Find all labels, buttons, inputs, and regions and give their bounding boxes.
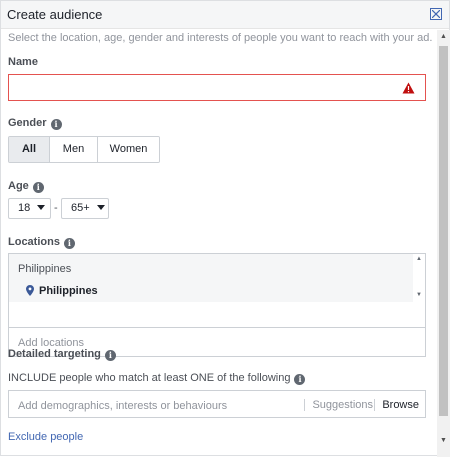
- info-icon[interactable]: i: [104, 350, 116, 361]
- include-label: INCLUDE people who match at least ONE of…: [8, 372, 306, 385]
- dialog-subtitle: Select the location, age, gender and int…: [8, 32, 433, 44]
- info-icon[interactable]: i: [32, 182, 44, 193]
- location-pin-icon: [26, 285, 34, 296]
- location-group-heading: Philippines: [18, 263, 72, 275]
- gender-men-button[interactable]: Men: [50, 137, 98, 162]
- info-icon[interactable]: i: [50, 119, 62, 130]
- suggestions-button[interactable]: Suggestions: [304, 399, 373, 411]
- dialog-scrollbar[interactable]: ▲ ▼: [437, 30, 450, 457]
- age-label-text: Age: [8, 180, 29, 192]
- location-group: Philippines Philippines: [9, 254, 414, 302]
- scroll-down-icon[interactable]: ▼: [416, 292, 422, 298]
- close-icon: [432, 10, 440, 18]
- dialog-content: Select the location, age, gender and int…: [1, 30, 437, 457]
- locations-label: Locations i: [8, 236, 75, 249]
- include-label-text: INCLUDE people who match at least ONE of…: [8, 372, 291, 384]
- dialog-header: Create audience: [1, 1, 449, 29]
- location-item[interactable]: Philippines: [26, 285, 98, 297]
- scroll-down-icon[interactable]: ▼: [440, 437, 447, 444]
- detailed-targeting-placeholder: Add demographics, interests or behaviour…: [18, 400, 228, 412]
- locations-label-text: Locations: [8, 236, 60, 248]
- gender-label-text: Gender: [8, 117, 47, 129]
- detailed-targeting-label: Detailed targeting i: [8, 348, 116, 361]
- age-min-value: 18: [18, 202, 31, 214]
- close-button[interactable]: [430, 8, 442, 20]
- locations-scrollbar[interactable]: ▲ ▼: [413, 254, 425, 302]
- age-min-select[interactable]: 18: [8, 198, 51, 219]
- scroll-up-icon[interactable]: ▲: [440, 33, 447, 40]
- scroll-thumb[interactable]: [439, 46, 448, 416]
- exclude-people-link[interactable]: Exclude people: [8, 431, 83, 443]
- gender-all-button[interactable]: All: [9, 137, 50, 162]
- gender-label: Gender i: [8, 117, 62, 130]
- dialog-title: Create audience: [7, 7, 103, 22]
- browse-button[interactable]: Browse: [374, 399, 419, 411]
- age-max-select[interactable]: 65+: [61, 198, 109, 219]
- name-label: Name: [8, 56, 38, 68]
- age-label: Age i: [8, 180, 44, 193]
- scroll-up-icon[interactable]: ▲: [416, 256, 422, 262]
- info-icon[interactable]: i: [63, 238, 75, 249]
- detailed-targeting-input[interactable]: Add demographics, interests or behaviour…: [8, 390, 426, 418]
- age-max-value: 65+: [71, 202, 90, 214]
- create-audience-dialog: Create audience Select the location, age…: [0, 0, 450, 457]
- gender-women-button[interactable]: Women: [98, 137, 159, 162]
- gender-selector: All Men Women: [8, 136, 160, 163]
- detailed-targeting-label-text: Detailed targeting: [8, 348, 101, 360]
- chevron-down-icon: [37, 205, 46, 210]
- name-input[interactable]: [8, 74, 426, 101]
- chevron-down-icon: [96, 205, 105, 210]
- selected-locations-list: Philippines Philippines ▲ ▼: [8, 253, 426, 327]
- warning-icon: [402, 82, 415, 94]
- info-icon[interactable]: i: [294, 374, 306, 385]
- location-item-label: Philippines: [39, 285, 98, 297]
- age-separator: -: [54, 202, 58, 214]
